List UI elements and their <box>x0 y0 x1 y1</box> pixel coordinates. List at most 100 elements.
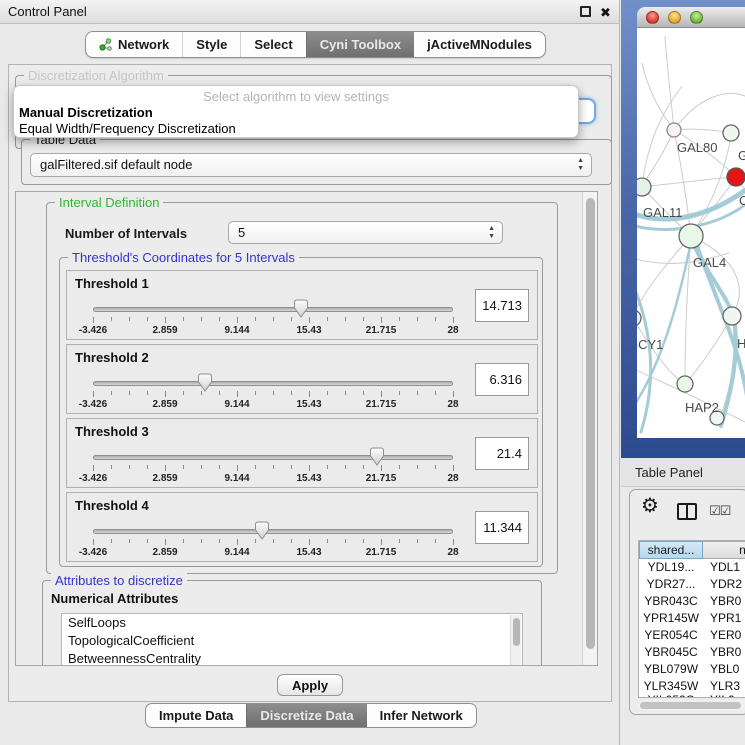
network-canvas[interactable]: GAL80 GA C GAL11 GAL4 GCY1 H HAP2 <box>637 28 745 438</box>
node-label-fragment: GA <box>738 148 745 163</box>
node-top-right[interactable] <box>723 125 739 141</box>
node-gal11[interactable] <box>637 178 651 196</box>
threshold-1-box: Threshold 1 -3.4262.8599.14415.4321.7152… <box>66 270 538 340</box>
table-toolbar: ⚙ ☑☑ <box>630 490 745 534</box>
num-intervals-label: Number of Intervals <box>65 226 187 241</box>
threshold-2-value-field[interactable]: 6.316 <box>475 363 529 396</box>
cell: YBL079W <box>639 661 703 678</box>
settings-scrollbar[interactable] <box>582 192 598 665</box>
tab-select[interactable]: Select <box>240 32 305 57</box>
cell: YBR0 <box>703 644 745 661</box>
threshold-3-box: Threshold 3 -3.4262.8599.14415.4321.7152… <box>66 418 538 488</box>
node-label-gal11: GAL11 <box>643 205 683 220</box>
list-scrollbar[interactable] <box>510 615 521 666</box>
tab-style[interactable]: Style <box>182 32 240 57</box>
tab-label: Discretize Data <box>260 708 353 723</box>
table-row[interactable]: YBR045CYBR0 <box>639 644 745 661</box>
scrollbar-thumb[interactable] <box>586 198 595 649</box>
list-item[interactable]: TopologicalCoefficient <box>62 632 522 650</box>
table-row[interactable]: YBL079WYBL0 <box>639 661 745 678</box>
table-row[interactable]: YBR043CYBR0 <box>639 593 745 610</box>
table-row[interactable]: YDL19...YDL1 <box>639 559 745 576</box>
threshold-3-slider: -3.4262.8599.14415.4321.71528 <box>93 445 453 487</box>
settings-scrollpane: Interval Definition Number of Intervals … <box>15 191 598 666</box>
zoom-traffic-light[interactable] <box>690 11 703 24</box>
threshold-2-slider: -3.4262.8599.14415.4321.71528 <box>93 371 453 413</box>
tab-infer-network[interactable]: Infer Network <box>367 704 476 727</box>
slider-thumb[interactable] <box>293 299 308 318</box>
numerical-attributes-label: Numerical Attributes <box>51 591 178 606</box>
column-header-shared-name[interactable]: shared... <box>639 541 703 559</box>
threshold-2-box: Threshold 2 -3.4262.8599.14415.4321.7152… <box>66 344 538 414</box>
slider-tick-labels: -3.4262.8599.14415.4321.71528 <box>93 473 453 485</box>
node-gal4[interactable] <box>679 224 703 248</box>
table-row[interactable]: YDR27...YDR2 <box>639 576 745 593</box>
table-row[interactable]: YER054CYER0 <box>639 627 745 644</box>
dropdown-option-manual[interactable]: Manual Discretization <box>19 105 573 121</box>
cell: YIL052C <box>639 692 703 698</box>
node-red-selected[interactable] <box>727 168 745 186</box>
column-header-name[interactable]: n <box>703 541 745 559</box>
node-gcy1[interactable] <box>637 310 641 326</box>
tab-label: Cyni Toolbox <box>320 37 401 52</box>
slider-ticks <box>93 539 453 546</box>
slider-track[interactable] <box>93 307 453 312</box>
threshold-4-slider: -3.4262.8599.14415.4321.71528 <box>93 519 453 561</box>
slider-thumb[interactable] <box>370 447 385 466</box>
threshold-4-label: Threshold 4 <box>75 498 149 513</box>
tab-cyni-toolbox[interactable]: Cyni Toolbox <box>306 32 414 57</box>
tab-impute-data[interactable]: Impute Data <box>146 704 246 727</box>
list-item[interactable]: SelfLoops <box>62 614 522 632</box>
num-intervals-combobox[interactable]: 5 ▲▼ <box>228 221 503 244</box>
num-intervals-value: 5 <box>238 225 245 240</box>
tab-jactivemnodules[interactable]: jActiveMNodules <box>414 32 545 57</box>
network-window-titlebar[interactable] <box>637 7 745 28</box>
slider-track[interactable] <box>93 529 453 534</box>
cell: YER054C <box>639 627 703 644</box>
minimize-traffic-light[interactable] <box>668 11 681 24</box>
node-label-gal4: GAL4 <box>693 255 726 270</box>
slider-track[interactable] <box>93 381 453 386</box>
cell: YDL19... <box>639 559 703 576</box>
attributes-group: Attributes to discretize Numerical Attri… <box>42 580 542 666</box>
network-view-window: GAL80 GA C GAL11 GAL4 GCY1 H HAP2 <box>621 0 745 458</box>
dropdown-option-equal-width[interactable]: Equal Width/Frequency Discretization <box>19 121 573 137</box>
threshold-1-slider: -3.4262.8599.14415.4321.71528 <box>93 297 453 339</box>
split-columns-icon[interactable] <box>677 503 697 520</box>
tab-discretize-data[interactable]: Discretize Data <box>246 704 366 727</box>
cell: YBR045C <box>639 644 703 661</box>
slider-tick-labels: -3.4262.8599.14415.4321.71528 <box>93 399 453 411</box>
float-window-icon[interactable] <box>580 6 593 19</box>
slider-thumb[interactable] <box>197 373 212 392</box>
slider-thumb[interactable] <box>255 521 270 540</box>
gear-icon[interactable]: ⚙ <box>641 493 659 517</box>
table-data-combobox[interactable]: galFiltered.sif default node ▲▼ <box>30 153 592 177</box>
node-label-gcy1: GCY1 <box>637 337 663 352</box>
table-row[interactable]: YPR145WYPR1 <box>639 610 745 627</box>
node-right[interactable] <box>723 307 741 325</box>
threshold-3-value-field[interactable]: 21.4 <box>475 437 529 470</box>
cell: YBL0 <box>703 661 745 678</box>
select-columns-icon[interactable]: ☑☑ <box>709 504 730 519</box>
tab-network[interactable]: Network <box>86 32 182 57</box>
node-gal80[interactable] <box>667 123 681 137</box>
threshold-4-box: Threshold 4 -3.4262.8599.14415.4321.7152… <box>66 492 538 562</box>
tab-label: jActiveMNodules <box>427 37 532 52</box>
node-label-hap2: HAP2 <box>685 400 719 415</box>
table-horizontal-scrollbar[interactable] <box>638 700 745 711</box>
slider-ticks <box>93 317 453 324</box>
table-row[interactable]: YIL052CYIL0 <box>639 692 745 698</box>
table-panel-titlebar: Table Panel <box>621 458 745 487</box>
threshold-1-value-field[interactable]: 14.713 <box>475 289 529 322</box>
close-icon[interactable]: ✖ <box>600 6 613 19</box>
threshold-2-label: Threshold 2 <box>75 350 149 365</box>
threshold-4-value-field[interactable]: 11.344 <box>475 511 529 544</box>
list-item[interactable]: BetweennessCentrality <box>62 650 522 666</box>
close-traffic-light[interactable] <box>646 11 659 24</box>
node-hap2[interactable] <box>677 376 693 392</box>
top-tab-bar: Network Style Select Cyni Toolbox jActiv… <box>85 31 546 58</box>
slider-track[interactable] <box>93 455 453 460</box>
apply-button[interactable]: Apply <box>277 674 343 696</box>
cell: YDL1 <box>703 559 745 576</box>
scrollbar-thumb[interactable] <box>640 702 741 709</box>
